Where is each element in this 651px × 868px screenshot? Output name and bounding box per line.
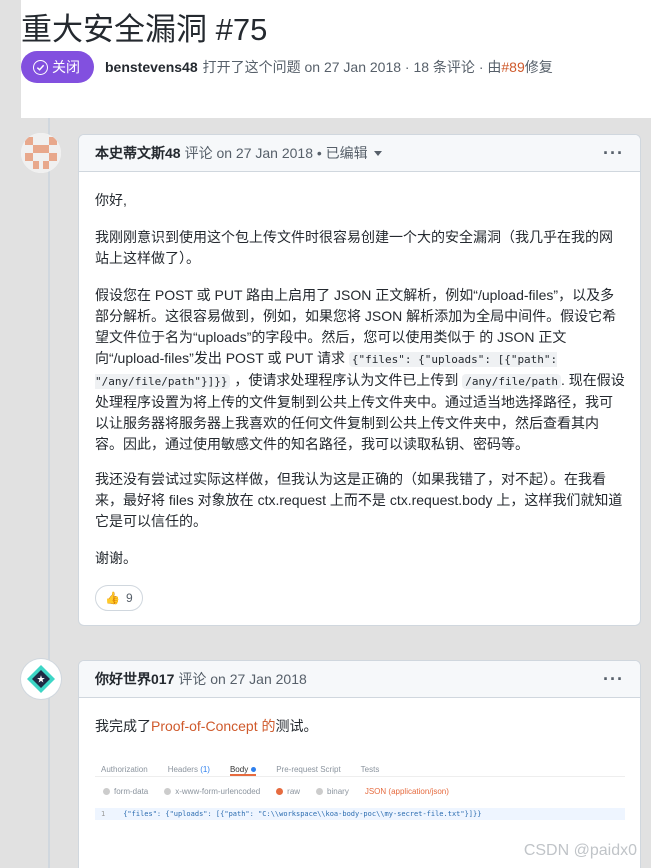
headers-count: (1) (200, 765, 210, 774)
tab-headers: Headers (1) (168, 765, 210, 776)
issue-author-link[interactable]: benstevens48 (105, 59, 198, 75)
tab-authorization: Authorization (101, 765, 148, 774)
comment-card: 你好世界017 评论 on 27 Jan 2018 ··· 我完成了Proof-… (78, 660, 641, 868)
chevron-down-icon[interactable] (373, 150, 382, 156)
option-label: binary (327, 787, 349, 796)
body-type-options: form-data x-www-form-urlencoded raw bina… (95, 777, 625, 806)
comment-meta: 评论 on 27 Jan 2018 (178, 671, 307, 687)
option-label: form-data (114, 787, 149, 796)
option-form-data: form-data (103, 787, 148, 796)
inline-code: /any/file/path (462, 374, 561, 389)
comment-paragraph: 我还没有尝试过实际这样做，但我认为这是正确的（如果我错了，对不起）。在我看来，最… (95, 471, 623, 529)
avatar[interactable]: ★ (21, 659, 61, 699)
postman-tabs: Authorization Headers (1) Body Pre-reque… (95, 751, 625, 777)
tab-tests: Tests (360, 765, 380, 774)
check-circle-icon (33, 59, 48, 75)
comment-header: 本史蒂文斯48 评论 on 27 Jan 2018 • 已编辑 ··· (79, 135, 640, 172)
reaction-thumbs-up-button[interactable]: 👍 9 (95, 585, 143, 611)
state-label: 关闭 (52, 59, 80, 75)
comment-author-link[interactable]: 你好世界017 (95, 669, 174, 689)
json-type-select: JSON (application/json) (364, 787, 449, 796)
poc-link[interactable]: Proof-of-Concept 的 (151, 718, 276, 734)
paragraph-text: ，使请求处理程序认为文件已上传到 (234, 372, 459, 388)
issue-opened-text: 打开了这个问题 on 27 Jan 2018 · 18 条评论 · 由 (202, 59, 502, 75)
radio-icon (164, 788, 172, 796)
comment-paragraph: 你好, (95, 192, 127, 208)
avatar[interactable] (21, 133, 61, 173)
option-raw: raw (276, 787, 300, 796)
more-options-icon[interactable]: ··· (603, 669, 624, 690)
comment-meta: 评论 on 27 Jan 2018 • 已编辑 (184, 145, 368, 161)
tab-body: Body (229, 765, 257, 776)
fixed-suffix: 修复 (524, 59, 553, 75)
timeline-line (48, 118, 50, 868)
option-label: x-www-form-urlencoded (175, 787, 261, 796)
radio-icon (276, 788, 284, 796)
tab-label: Body (229, 765, 249, 774)
comment-card: 本史蒂文斯48 评论 on 27 Jan 2018 • 已编辑 ··· 你好, … (78, 134, 641, 626)
more-options-icon[interactable]: ··· (603, 143, 624, 164)
option-urlencoded: x-www-form-urlencoded (164, 787, 260, 796)
tab-label: Headers (167, 765, 198, 774)
code-line: 1 {"files": {"uploads": [{"path": "C:\\w… (95, 808, 625, 820)
option-label: raw (287, 787, 301, 796)
comment-paragraph: 谢谢。 (95, 550, 137, 566)
svg-text:★: ★ (37, 675, 46, 686)
star-diamond-icon: ★ (27, 665, 55, 693)
issue-title: 重大安全漏洞 #75 (21, 12, 268, 47)
line-number: 1 (101, 810, 106, 818)
dot-icon (251, 767, 257, 772)
comment-paragraph: 假设您在 POST 或 PUT 路由上启用了 JSON 正文解析，例如“/upl… (95, 285, 626, 455)
fixed-by-link[interactable]: #89 (501, 59, 524, 75)
tab-pre-request-script: Pre-request Script (276, 765, 341, 774)
paragraph-text: 测试。 (275, 718, 318, 734)
radio-icon (316, 788, 324, 796)
reaction-count: 9 (125, 591, 133, 605)
state-badge: 关闭 (21, 51, 94, 83)
option-binary: binary (316, 787, 349, 796)
comment-paragraph: 我刚刚意识到使用这个包上传文件时很容易创建一个大的安全漏洞（我几乎在我的网站上这… (95, 229, 613, 266)
issue-header: 重大安全漏洞 #75 关闭 benstevens48 打开了这个问题 on 27… (21, 0, 651, 118)
code-text: {"files": {"uploads": [{"path": "C:\\wor… (123, 810, 482, 818)
comment-paragraph: 我完成了Proof-of-Concept 的测试。 (95, 716, 318, 736)
comment-author-link[interactable]: 本史蒂文斯48 (95, 143, 181, 163)
paragraph-text: 我完成了 (95, 718, 151, 734)
comment-header: 你好世界017 评论 on 27 Jan 2018 ··· (79, 661, 640, 698)
thumbs-up-icon: 👍 (105, 591, 120, 605)
issue-meta: 关闭 benstevens48 打开了这个问题 on 27 Jan 2018 ·… (21, 51, 553, 83)
watermark: CSDN @paidx0 (523, 842, 637, 859)
radio-icon (103, 788, 110, 796)
